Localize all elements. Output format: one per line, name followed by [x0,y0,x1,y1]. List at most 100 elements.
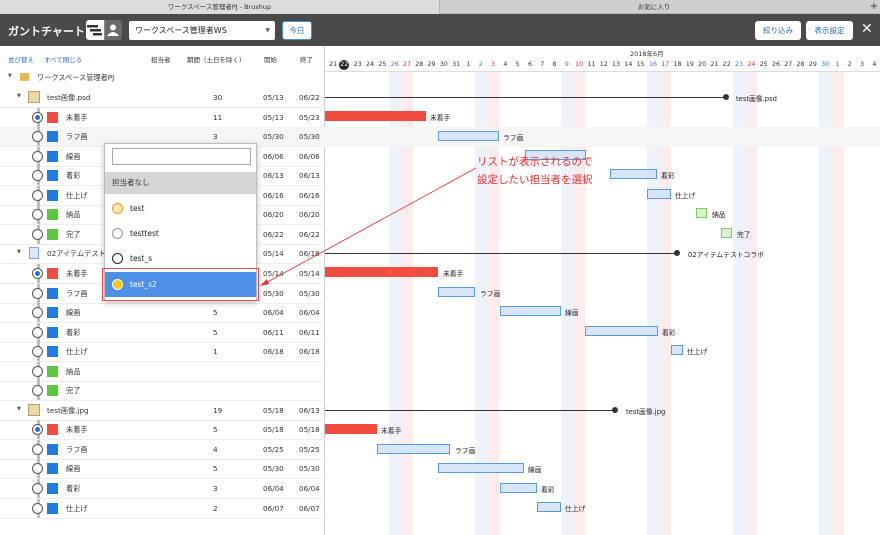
status-radio[interactable] [32,189,43,201]
status-radio[interactable] [32,346,43,358]
status-radio[interactable] [32,326,43,338]
status-color-icon [47,424,58,436]
chevron-down-icon[interactable]: ▼ [17,249,21,255]
gantt-bar[interactable] [585,326,658,336]
display-settings-button[interactable]: 表示設定 [806,21,853,40]
start-cell: 06/07 [263,503,284,513]
chevron-down-icon[interactable]: ▼ [17,93,21,99]
status-radio[interactable] [32,287,43,299]
collapse-all-link[interactable]: すべて閉じる [44,54,82,64]
status-radio[interactable] [32,170,43,182]
close-icon[interactable]: ✕ [861,21,873,37]
status-radio[interactable] [32,131,43,143]
task-row[interactable]: 納品 [0,361,880,382]
status-color-icon [47,228,58,240]
task-row[interactable]: 仕上げ 2 06/07 06/07 [0,498,880,519]
gantt-bar[interactable] [610,169,657,179]
status-radio[interactable] [32,150,43,162]
status-color-icon [47,502,58,514]
status-radio[interactable] [32,502,43,514]
gantt-view-icon[interactable] [86,20,104,40]
day-label: 28 [796,61,805,68]
bar-label: ラフ画 [480,290,501,298]
end-cell: 06/04 [299,484,320,493]
task-row[interactable]: 着彩 5 06/11 06/11 [0,322,880,343]
status-radio[interactable] [32,463,43,475]
chevron-down-icon[interactable]: ▼ [8,73,12,79]
bar-label: test画像.jpg [626,408,666,416]
end-cell: 05/30 [299,132,320,142]
status-radio[interactable] [32,424,43,436]
status-radio[interactable] [32,443,43,455]
gantt-bar[interactable] [647,189,671,199]
new-tab-button[interactable]: + [868,0,880,14]
root-project-row[interactable]: ▼ ワークスペース管理者PJ [0,68,880,88]
period-cell: 4 [213,444,218,454]
day-label: 23 [735,61,744,68]
bar-label: 納品 [712,211,726,219]
status-color-icon [47,483,58,494]
gantt-bar[interactable] [721,228,732,238]
status-radio[interactable] [32,385,43,397]
gantt-bar[interactable] [696,208,707,218]
project-icon [20,73,29,81]
period-cell: 5 [213,308,218,318]
task-name: 未着手 [66,425,88,435]
status-radio[interactable] [32,307,43,319]
workspace-select[interactable]: ワークスペース管理者WS ▼ [129,21,275,40]
assignee-option[interactable]: test [105,196,256,221]
gantt-bar[interactable] [438,131,499,141]
gantt-bar[interactable] [377,444,450,454]
sort-link[interactable]: 並び替え [8,54,34,64]
day-label: 25 [378,61,387,68]
task-row[interactable]: 完了 [0,381,880,402]
status-radio[interactable] [32,209,43,221]
task-row[interactable]: 着彩 3 06/04 06/04 [0,479,880,499]
column-header-assignee: 担当者 [151,56,171,64]
avatar [112,253,123,264]
gantt-bar[interactable] [438,463,524,473]
end-cell: 05/18 [299,425,320,435]
status-radio[interactable] [32,365,43,377]
gantt-bar[interactable] [671,345,683,355]
gantt-bar[interactable] [325,424,377,434]
gantt-bar[interactable] [537,502,561,512]
assignee-option-none[interactable]: 担当者なし [105,172,256,194]
assignee-option[interactable]: testtest [105,221,256,246]
gantt-bar[interactable] [325,111,426,121]
gantt-bar[interactable] [500,483,537,493]
status-radio[interactable] [32,111,43,123]
chevron-down-icon[interactable]: ▼ [17,406,21,412]
file-name: 02アイテムテスト [47,249,106,259]
view-toggle[interactable] [86,20,122,40]
status-radio[interactable] [32,228,43,240]
user-view-icon[interactable] [103,20,122,40]
status-radio[interactable] [32,483,43,494]
day-label: 1 [466,61,471,68]
filter-button[interactable]: 絞り込み [755,21,801,40]
period-cell: 5 [213,464,218,474]
start-cell: 05/25 [263,444,284,454]
period-cell: 5 [213,327,218,337]
gantt-bar[interactable] [438,287,475,297]
assignee-search-input[interactable] [112,148,251,165]
status-radio[interactable] [32,267,43,279]
bar-label: 02アイテムテストコラボ [688,251,764,259]
gantt-bar[interactable] [500,306,561,316]
task-row[interactable]: 未着手 5 05/18 05/18 [0,420,880,441]
start-cell: 05/13 [263,93,284,102]
end-cell: 06/06 [299,151,320,161]
task-name: 線画 [66,308,81,318]
task-name: 未着手 [66,268,88,278]
period-cell: 30 [213,93,223,102]
end-cell: 05/30 [299,464,320,474]
gantt-bar[interactable] [325,267,438,277]
day-label: 23 [353,61,362,68]
today-button[interactable]: 今日 [282,21,312,40]
browser-tab-favorites[interactable]: お気に入り [440,0,868,14]
task-row[interactable]: 線画 5 06/04 06/04 [0,303,880,324]
app-header: ガントチャート ワークスペース管理者WS ▼ 今日 絞り込み 表示設定 ✕ [0,14,880,46]
browser-tab-active[interactable]: ワークスペース管理者PJ - Brushup [0,0,440,14]
file-thumbnail-icon [28,91,40,103]
task-row[interactable]: 仕上げ 1 06/18 06/18 [0,342,880,363]
